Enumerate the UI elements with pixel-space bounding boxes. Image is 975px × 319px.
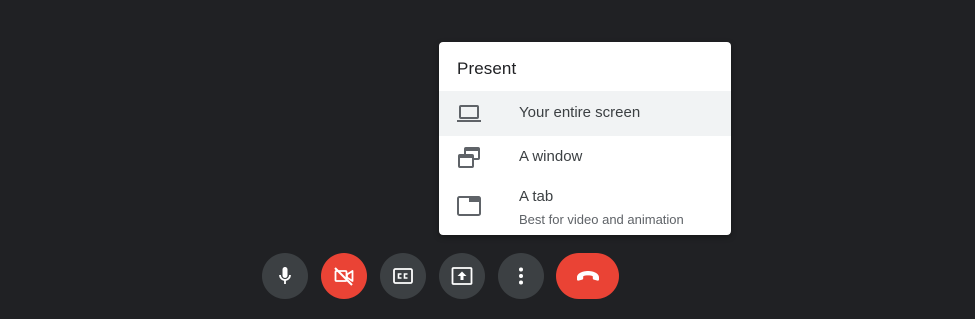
present-to-all-icon — [450, 264, 474, 288]
menu-item-label: A tab — [519, 188, 554, 205]
closed-caption-icon — [391, 264, 415, 288]
menu-item-label: Your entire screen — [519, 104, 641, 121]
mic-icon — [273, 264, 297, 288]
microphone-button[interactable] — [262, 253, 308, 299]
more-options-button[interactable] — [498, 253, 544, 299]
window-icon — [456, 146, 482, 172]
tab-icon — [456, 193, 482, 219]
more-vert-icon — [509, 264, 533, 288]
captions-button[interactable] — [380, 253, 426, 299]
meeting-stage: Present Your entire screen A window A ta… — [0, 0, 975, 319]
camera-toggle-button[interactable] — [321, 253, 367, 299]
menu-item-label: A window — [519, 148, 583, 165]
videocam-off-icon — [332, 264, 356, 288]
menu-item-tab[interactable]: A tab Best for video and animation — [439, 181, 731, 235]
present-menu-title: Present — [457, 59, 517, 78]
present-now-button[interactable] — [439, 253, 485, 299]
present-menu: Present Your entire screen A window A ta… — [439, 42, 731, 235]
menu-item-sublabel: Best for video and animation — [519, 212, 684, 227]
menu-item-entire-screen[interactable]: Your entire screen — [439, 91, 731, 136]
laptop-icon — [456, 101, 482, 127]
leave-call-button[interactable] — [556, 253, 619, 299]
call-end-icon — [574, 262, 602, 290]
menu-item-window[interactable]: A window — [439, 136, 731, 181]
call-controls-bar — [0, 253, 975, 299]
